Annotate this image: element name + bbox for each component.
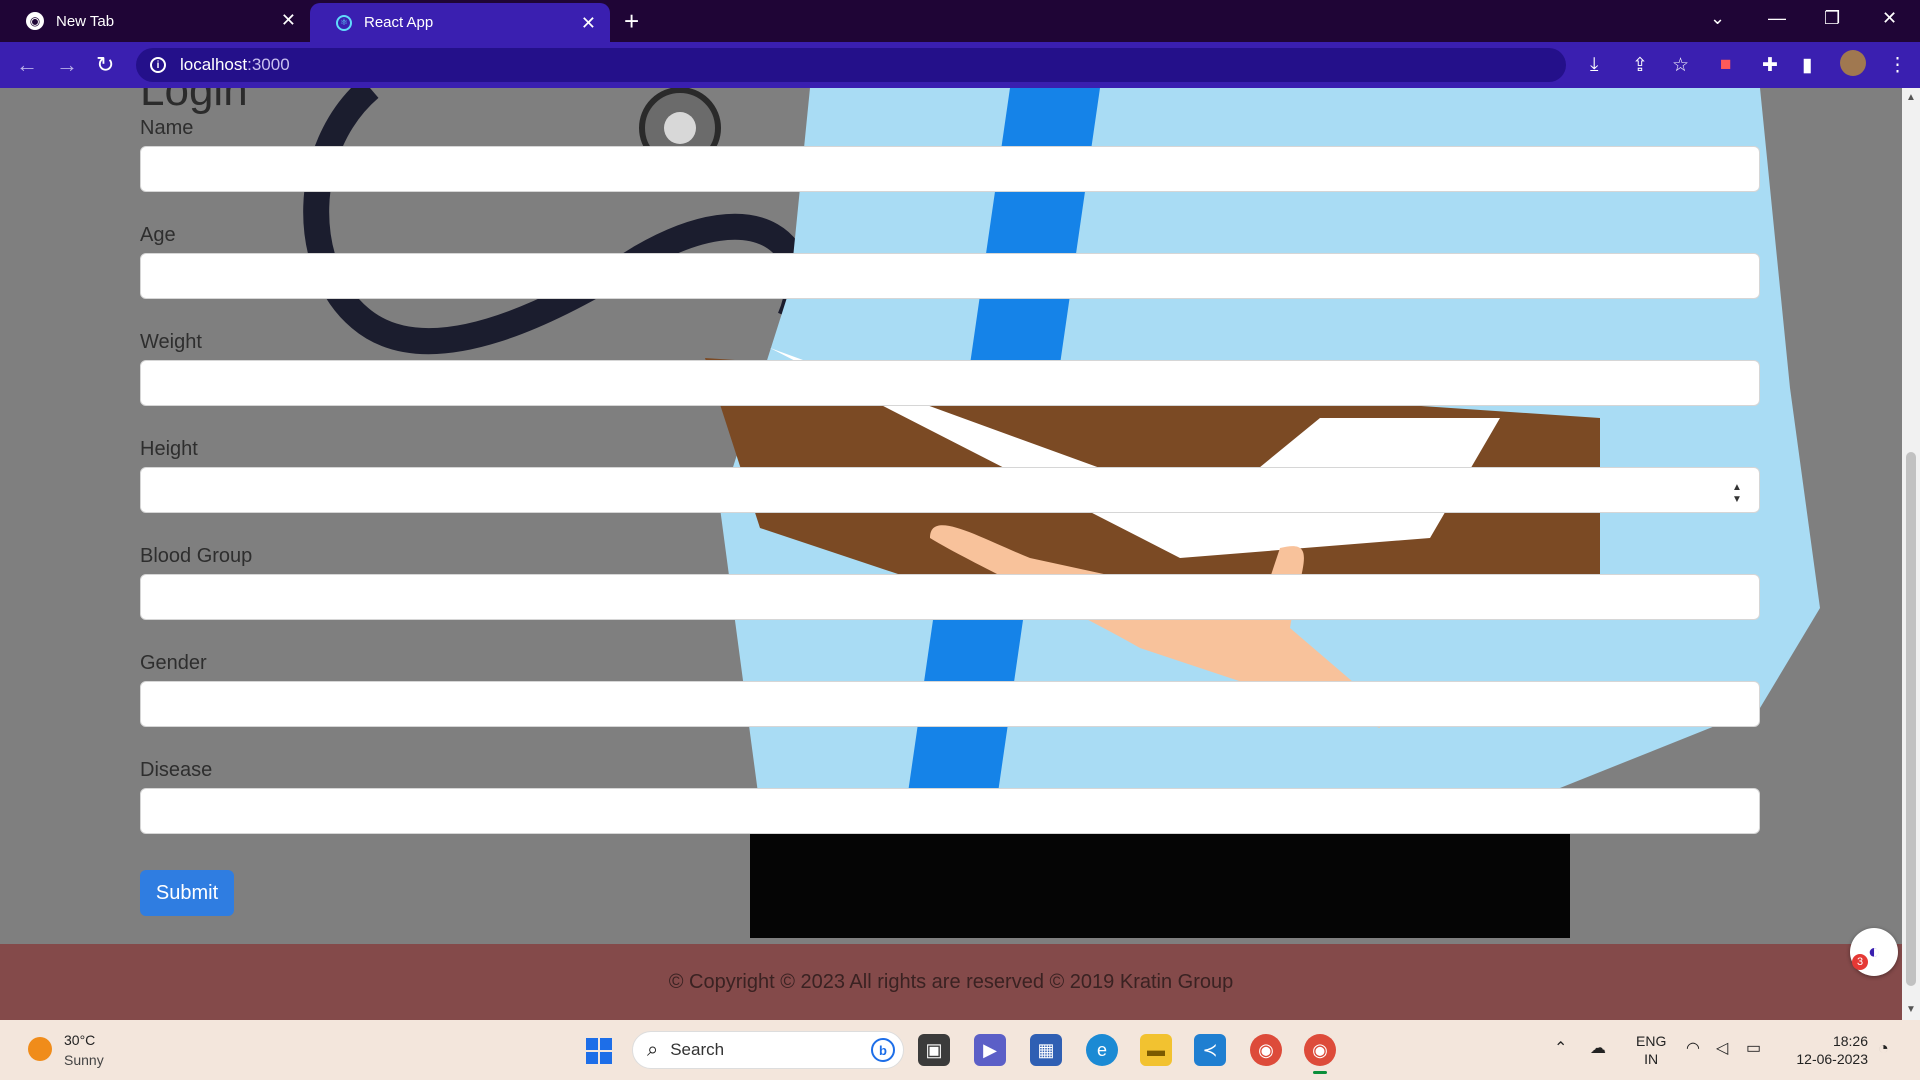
extension-icon[interactable]: ■ [1720, 54, 1731, 76]
site-info-icon[interactable]: i [150, 57, 166, 73]
scroll-up-arrow-icon[interactable]: ▲ [1906, 92, 1916, 103]
file-explorer-icon[interactable]: ▬ [1140, 1034, 1172, 1066]
chrome-profile-2-icon[interactable]: ◉ [1304, 1034, 1336, 1074]
side-panel-icon[interactable]: ▮ [1802, 54, 1812, 77]
field-gender: Gender [140, 653, 1760, 760]
react-icon: ⚛ [336, 14, 352, 31]
scroll-thumb[interactable] [1906, 452, 1916, 986]
edge-icon[interactable]: e [1086, 1034, 1118, 1066]
clock-date: 12-06-2023 [1796, 1051, 1868, 1067]
extensions-puzzle-icon[interactable]: ✚ [1762, 54, 1778, 77]
age-input[interactable] [140, 253, 1760, 299]
assistant-icon: ◐ [1867, 940, 1881, 963]
profile-avatar[interactable] [1840, 50, 1866, 76]
lang-region: IN [1644, 1051, 1659, 1067]
blood-group-input[interactable] [140, 574, 1760, 620]
page-viewport: Login Name Age Weight Height ▲ ▼ Blood Gr… [0, 88, 1902, 1020]
task-view-icon[interactable]: ▣ [918, 1034, 950, 1066]
page-title: Login [140, 88, 248, 115]
microsoft-store-icon[interactable]: ▦ [1030, 1034, 1062, 1066]
weight-input[interactable] [140, 360, 1760, 406]
chrome-icon: ◉ [26, 12, 44, 30]
field-weight: Weight [140, 332, 1760, 439]
field-blood-group: Blood Group [140, 546, 1760, 653]
height-input[interactable] [140, 467, 1760, 513]
height-label: Height [140, 438, 198, 460]
tab-title: React App [364, 14, 434, 31]
disease-input[interactable] [140, 788, 1760, 834]
new-tab-button[interactable]: + [624, 6, 639, 37]
scroll-down-arrow-icon[interactable]: ▼ [1906, 1004, 1916, 1015]
field-age: Age [140, 225, 1760, 332]
clock-time: 18:26 [1832, 1033, 1868, 1049]
registration-form: Name Age Weight Height ▲ ▼ Blood Group Ge… [140, 118, 1760, 867]
close-window-button[interactable]: ✕ [1882, 8, 1897, 29]
field-height: Height ▲ ▼ [140, 439, 1760, 546]
restore-button[interactable]: ❐ [1824, 8, 1840, 29]
gender-input[interactable] [140, 681, 1760, 727]
show-hidden-icons-chevron-icon[interactable]: ⌃ [1554, 1038, 1567, 1058]
toolbar: ← → ↻ i localhost:3000 ⤓ ⇪ ☆ ■ ✚ ▮ ⋮ [0, 42, 1920, 88]
search-label: Search [670, 1040, 725, 1059]
weather-condition[interactable]: Sunny [64, 1052, 104, 1068]
share-icon[interactable]: ⇪ [1632, 54, 1648, 77]
url-text: localhost:3000 [180, 55, 290, 74]
field-name: Name [140, 118, 1760, 225]
taskbar-search[interactable]: ⌕ Search b [632, 1031, 904, 1069]
battery-icon[interactable]: ▭ [1746, 1038, 1761, 1058]
tab-strip: ◉ New Tab ✕ ⚛ React App ✕ + ⌄ — ❐ ✕ [0, 0, 1920, 42]
tab-title: New Tab [56, 12, 115, 30]
minimize-button[interactable]: — [1768, 8, 1786, 29]
sun-icon[interactable] [28, 1037, 52, 1061]
wifi-icon[interactable]: ◠ [1686, 1038, 1700, 1058]
notification-bell-icon[interactable]: ◔ [1878, 1038, 1889, 1059]
install-app-icon[interactable]: ⤓ [1590, 54, 1598, 76]
forward-button[interactable]: → [56, 52, 78, 78]
menu-kebab-icon[interactable]: ⋮ [1888, 54, 1907, 77]
teams-chat-icon[interactable]: ▶ [974, 1034, 1006, 1066]
name-label: Name [140, 117, 194, 139]
field-disease: Disease [140, 760, 1760, 867]
onedrive-icon[interactable]: ☁ [1590, 1038, 1606, 1058]
age-label: Age [140, 224, 176, 246]
notification-badge: 3 [1852, 954, 1868, 970]
lang-code: ENG [1636, 1033, 1667, 1049]
bing-icon[interactable]: b [871, 1038, 895, 1062]
tab-search-chevron-icon[interactable]: ⌄ [1710, 8, 1725, 29]
weather-temperature[interactable]: 30°C [64, 1032, 95, 1048]
page-scrollbar[interactable]: ▲ ▼ [1902, 88, 1920, 1020]
tab-new-tab[interactable]: ◉ New Tab ✕ [0, 0, 310, 42]
bookmark-star-icon[interactable]: ☆ [1672, 54, 1689, 77]
system-clock[interactable]: 18:26 12-06-2023 [1788, 1032, 1868, 1068]
windows-taskbar: 30°C Sunny ⌕ Search b ▣ ▶ ▦ e ▬ ≺ ◉ ◉ ⌃ … [0, 1020, 1920, 1080]
blood-group-label: Blood Group [140, 545, 253, 567]
back-button[interactable]: ← [16, 52, 38, 78]
close-tab-icon[interactable]: ✕ [281, 10, 296, 31]
submit-button[interactable]: Submit [140, 870, 234, 916]
address-bar[interactable]: i localhost:3000 [136, 48, 1566, 82]
weight-label: Weight [140, 331, 202, 353]
gender-label: Gender [140, 652, 207, 674]
volume-icon[interactable]: ◁ [1716, 1038, 1728, 1058]
tab-react-app[interactable]: ⚛ React App ✕ [310, 3, 610, 42]
footer-copyright: © Copyright © 2023 All rights are reserv… [0, 944, 1902, 1020]
vscode-icon[interactable]: ≺ [1194, 1034, 1226, 1066]
close-tab-icon[interactable]: ✕ [581, 13, 596, 34]
search-icon: ⌕ [647, 1038, 659, 1061]
name-input[interactable] [140, 146, 1760, 192]
disease-label: Disease [140, 759, 213, 781]
number-stepper[interactable]: ▲ ▼ [1730, 482, 1744, 508]
reload-button[interactable]: ↻ [96, 52, 114, 78]
chrome-profile-1-icon[interactable]: ◉ [1250, 1034, 1282, 1066]
windows-start-icon[interactable] [586, 1038, 612, 1064]
input-language[interactable]: ENG IN [1636, 1032, 1666, 1068]
